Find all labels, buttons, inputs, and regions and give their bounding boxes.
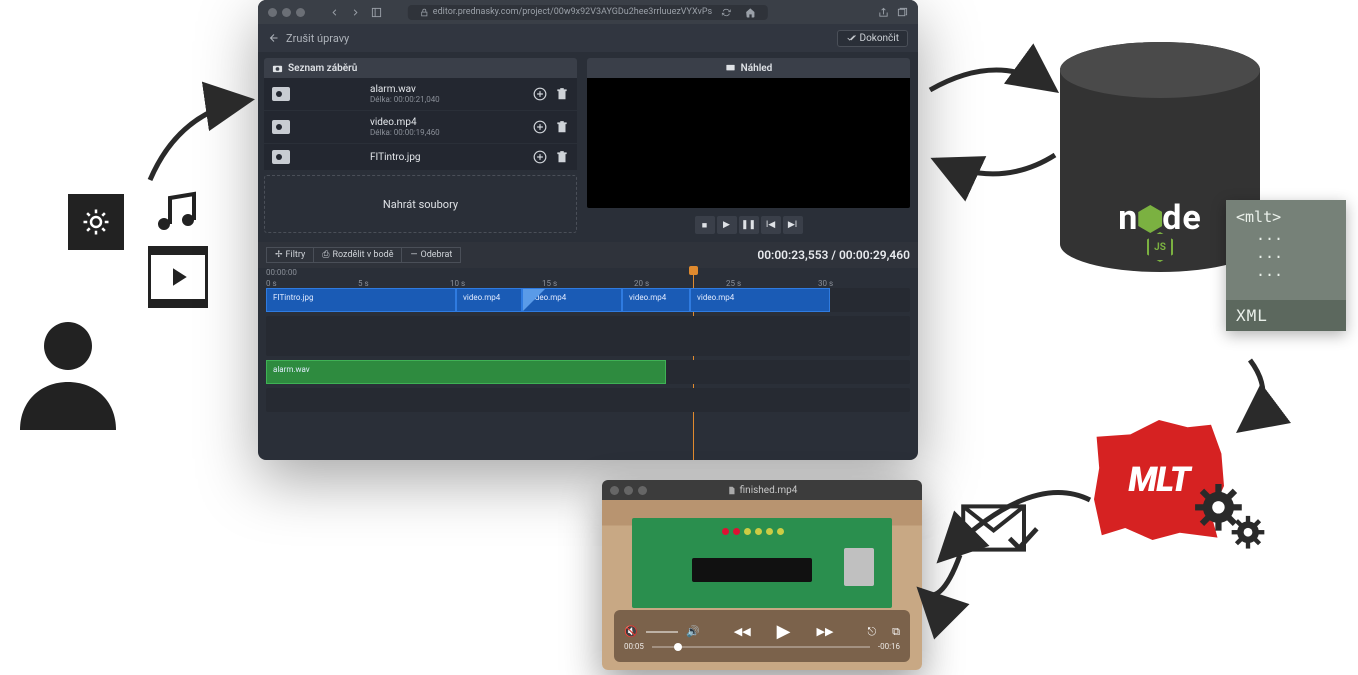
editor-toolbar: Zrušit úpravy Dokončit <box>258 24 918 52</box>
share-icon[interactable] <box>878 7 889 18</box>
video-editor-window: editor.prednasky.com/project/00w9x92V3AY… <box>258 0 918 460</box>
forward-icon[interactable]: ▶▶ <box>817 625 834 638</box>
timeline-clip[interactable]: video.mp4 <box>622 288 690 312</box>
trash-icon[interactable] <box>555 87 569 101</box>
monitor-icon <box>725 63 736 74</box>
window-titlebar: editor.prednasky.com/project/00w9x92V3AY… <box>258 0 918 24</box>
mute-icon[interactable]: 🔇 <box>624 625 638 638</box>
ruler-tick: 30 s <box>818 279 910 288</box>
trash-icon[interactable] <box>555 120 569 134</box>
ruler-tick: 0 s <box>266 279 358 288</box>
filters-button[interactable]: ✢ Filtry <box>266 247 314 263</box>
ruler-tick: 25 s <box>726 279 818 288</box>
pip-icon[interactable]: ⧉ <box>892 625 900 639</box>
email-notification-icon <box>960 500 1040 556</box>
preview-controls: ■ ▶ ❚❚ I◀ ▶I <box>587 212 910 238</box>
user-icon <box>8 310 128 430</box>
upload-label: Nahrát soubory <box>383 198 458 211</box>
timeline-clip[interactable]: video.mp4 <box>690 288 830 312</box>
ruler-tick: 15 s <box>542 279 634 288</box>
next-frame-button[interactable]: ▶I <box>783 216 803 234</box>
music-note-icon <box>148 184 204 240</box>
mlt-xml-document: <mlt> ... ... ... XML <box>1226 200 1346 331</box>
timeline-audio-clip[interactable]: alarm.wav <box>266 360 666 384</box>
back-icon[interactable] <box>329 7 340 18</box>
check-all-icon <box>846 33 856 43</box>
home-icon[interactable] <box>745 7 756 18</box>
progress-bar[interactable] <box>652 646 870 648</box>
thumbnail-icon <box>272 150 290 164</box>
timeline-clip[interactable]: video.mp4 <box>456 288 522 312</box>
video-frame: 🔇 🔊 ◀◀ ▶ ▶▶ ⎋ ⧉ 00:05 -00:16 <box>602 500 922 670</box>
forward-icon[interactable] <box>350 7 361 18</box>
preview-viewport <box>587 78 910 208</box>
timeline-clip[interactable]: video.mp4 <box>522 288 622 312</box>
rewind-icon[interactable]: ◀◀ <box>734 625 751 638</box>
mlt-framework-logo: MLT <box>1094 420 1274 550</box>
player-position: 00:05 <box>624 642 644 651</box>
player-controls-overlay[interactable]: 🔇 🔊 ◀◀ ▶ ▶▶ ⎋ ⧉ 00:05 -00:16 <box>614 610 910 662</box>
ruler-tick: 5 s <box>358 279 450 288</box>
timeline-ruler[interactable]: 00:00:00 0 s5 s10 s15 s20 s25 s30 s <box>258 268 918 288</box>
timeline-clip[interactable]: FITintro.jpg <box>266 288 456 312</box>
tabs-icon[interactable] <box>897 7 908 18</box>
add-icon[interactable] <box>533 150 547 164</box>
stop-button[interactable]: ■ <box>695 216 715 234</box>
shot-name: video.mp4 <box>370 117 533 128</box>
shot-item[interactable]: alarm.wavDélka: 00:00:21,040 <box>264 78 577 111</box>
url-bar[interactable]: editor.prednasky.com/project/00w9x92V3AY… <box>408 5 768 20</box>
audio-track[interactable]: alarm.wav <box>266 360 910 384</box>
video-track-2[interactable] <box>266 316 910 356</box>
xml-root: <mlt> <box>1236 208 1336 226</box>
output-video-player: finished.mp4 🔇 🔊 ◀◀ ▶ ▶▶ ⎋ ⧉ 00:05 -00:1… <box>602 480 922 670</box>
shots-panel-title: Seznam záběrů <box>264 58 577 78</box>
ruler-tick: 10 s <box>450 279 542 288</box>
preview-panel-title: Náhled <box>587 58 910 78</box>
player-title: finished.mp4 <box>740 485 798 496</box>
gears-icon <box>1194 484 1274 558</box>
shot-item[interactable]: video.mp4Délka: 00:00:19,460 <box>264 111 577 144</box>
remove-button[interactable]: — Odebrat <box>401 247 461 263</box>
shot-item[interactable]: FITintro.jpg <box>264 144 577 171</box>
xml-footer: XML <box>1226 300 1346 331</box>
player-remaining: -00:16 <box>878 642 900 651</box>
volume-icon[interactable]: 🔊 <box>686 625 700 638</box>
pause-button[interactable]: ❚❚ <box>739 216 759 234</box>
lock-icon <box>420 8 429 17</box>
upload-dropzone[interactable]: Nahrát soubory <box>264 175 577 233</box>
arrow-left-icon <box>268 32 280 44</box>
add-icon[interactable] <box>533 87 547 101</box>
thumbnail-icon <box>272 120 290 134</box>
play-button[interactable]: ▶ <box>717 216 737 234</box>
thumbnail-icon <box>272 87 290 101</box>
shot-length: Délka: 00:00:21,040 <box>370 95 533 104</box>
image-icon <box>68 194 124 250</box>
finish-button[interactable]: Dokončit <box>837 30 909 47</box>
add-icon[interactable] <box>533 120 547 134</box>
url-text: editor.prednasky.com/project/00w9x92V3AY… <box>433 7 712 17</box>
ruler-tick: 20 s <box>634 279 726 288</box>
shot-name: alarm.wav <box>370 84 533 95</box>
timecode-display: 00:00:23,553 / 00:00:29,460 <box>757 248 910 262</box>
empty-track[interactable] <box>266 388 910 412</box>
trash-icon[interactable] <box>555 150 569 164</box>
cancel-edits-button[interactable]: Zrušit úpravy <box>268 32 349 45</box>
nav-icons[interactable] <box>329 7 382 18</box>
shot-length: Délka: 00:00:19,460 <box>370 128 533 137</box>
camera-icon <box>272 63 283 74</box>
prev-frame-button[interactable]: I◀ <box>761 216 781 234</box>
player-play-icon[interactable]: ▶ <box>777 621 791 642</box>
input-media-cluster <box>8 190 218 390</box>
split-button[interactable]: ⎙ Rozdělit v bodě <box>313 247 402 263</box>
sidebar-icon[interactable] <box>371 7 382 18</box>
finish-label: Dokončit <box>860 33 900 44</box>
cancel-edits-label: Zrušit úpravy <box>286 32 349 45</box>
shot-name: FITintro.jpg <box>370 152 533 163</box>
airplay-icon[interactable]: ⎋ <box>867 625 876 639</box>
refresh-icon[interactable] <box>722 8 731 17</box>
video-file-icon <box>148 252 208 302</box>
video-track-1[interactable]: FITintro.jpgvideo.mp4video.mp4video.mp4v… <box>266 288 910 312</box>
document-icon <box>727 486 736 495</box>
